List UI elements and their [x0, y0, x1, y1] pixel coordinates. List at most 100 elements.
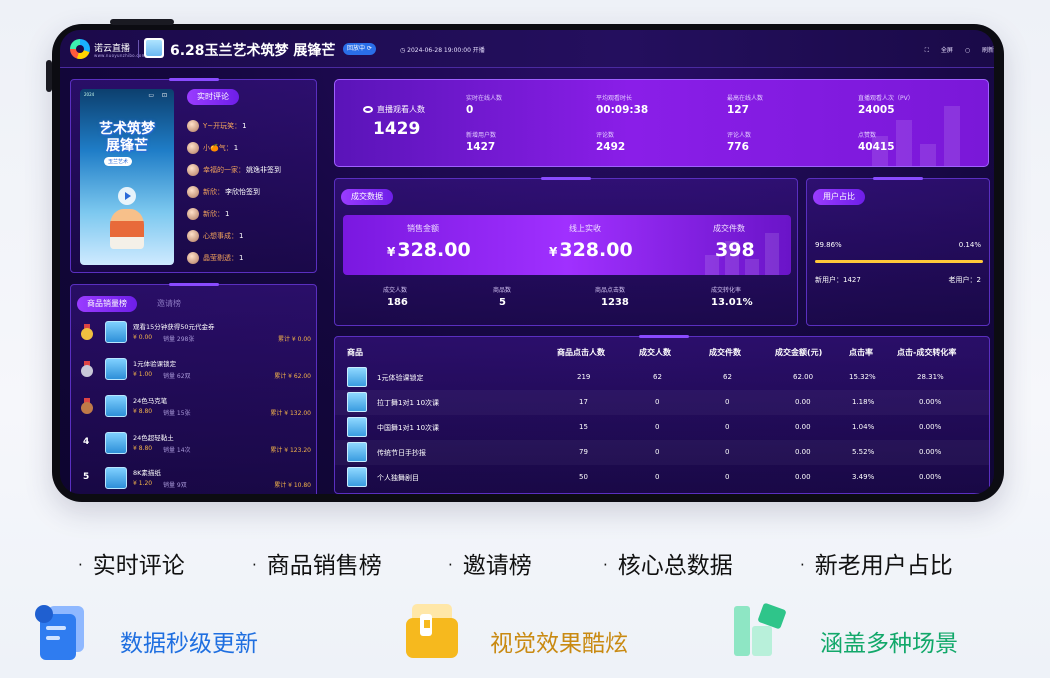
deal-small-label: 成交转化率	[711, 287, 742, 294]
table-row[interactable]: 中国舞1对1 10次课 15 0 0 0.00 1.04% 0.00%	[335, 415, 989, 440]
avatar	[187, 208, 199, 220]
eye-icon	[363, 106, 373, 113]
deal-small-value: 13.01%	[711, 297, 753, 308]
panel-accent	[873, 177, 923, 180]
cell-conversion: 0.00%	[919, 448, 942, 456]
product-sales: 销量 298张	[163, 336, 195, 343]
live-preview[interactable]: 2024 ▭ ⊡ 艺术筑梦 展锋芒 玉兰艺术	[80, 89, 174, 265]
table-row[interactable]: 拉丁舞1对1 10次课 17 0 0 0.00 1.18% 0.00%	[335, 390, 989, 415]
currency-symbol: ¥	[387, 245, 396, 259]
bullet: ·	[603, 556, 608, 574]
ranking-panel: 商品销量榜 邀请榜 观看15分钟获得50元代金券 ¥ 0.00 销量 298张 …	[70, 283, 317, 494]
cell-conversion: 28.31%	[917, 373, 944, 381]
comments-panel: 2024 ▭ ⊡ 艺术筑梦 展锋芒 玉兰艺术 实时评论 Y~开玩笑： 1 小🍊气：…	[70, 78, 317, 273]
blocks-icon	[734, 603, 786, 656]
poster-title: 艺术筑梦 展锋芒	[80, 121, 174, 155]
column-header[interactable]: 成交金额(元)	[775, 347, 822, 358]
column-header[interactable]: 点击率	[849, 347, 873, 358]
deal-small-label: 商品数	[493, 287, 512, 294]
deal-amount: 328.00	[397, 239, 471, 261]
start-time-text: 2024-06-28 19:00:00 开播	[407, 47, 485, 54]
column-header[interactable]: 成交人数	[639, 347, 671, 358]
comment-item: 新欣： 李欣怡签到	[187, 181, 307, 203]
cell-buyers: 0	[655, 423, 660, 431]
cell-items: 0	[725, 398, 730, 406]
deal-highlight-card: 销售金额 ¥328.00 线上实收 ¥328.00 成交件数 398	[343, 215, 791, 275]
player-controls-icon[interactable]: ▭ ⊡	[148, 92, 170, 99]
product-price: ¥ 1.00	[133, 371, 153, 378]
feature-label: 核心总数据	[617, 553, 733, 579]
feature-label: 商品销售榜	[266, 553, 382, 579]
table-row[interactable]: 个人独舞剧目 50 0 0 0.00 3.49% 0.00%	[335, 465, 989, 490]
product-sales: 销量 9双	[163, 482, 187, 489]
stat-label: 直播观看人次（PV）	[858, 95, 914, 102]
comment-text: 1	[225, 210, 230, 218]
cell-ctr: 5.52%	[852, 448, 875, 456]
tab-product-sales[interactable]: 商品销量榜	[77, 296, 137, 312]
comment-item: 新欣： 1	[187, 203, 307, 225]
column-header[interactable]: 商品	[347, 347, 363, 358]
viewers-value: 1429	[373, 119, 421, 139]
column-header[interactable]: 点击-成交转化率	[897, 347, 956, 358]
play-icon[interactable]	[118, 187, 136, 205]
deal-small-value: 1238	[601, 297, 629, 308]
tab-deal-data[interactable]: 成交数据	[341, 189, 393, 205]
product-price: ¥ 8.80	[133, 408, 153, 415]
avatar	[187, 186, 199, 198]
comment-item: 幸福的一家： 姚逸非签到	[187, 159, 307, 181]
product-thumbnail	[347, 467, 367, 487]
comment-text: 1	[239, 254, 244, 262]
folder-icon	[406, 604, 458, 658]
table-row[interactable]: 传统节日手抄报 79 0 0 0.00 5.52% 0.00%	[335, 440, 989, 465]
new-user-count: 新用户：1427	[815, 276, 861, 284]
deal-small-label: 商品点击数	[595, 287, 626, 294]
cell-clicks: 219	[577, 373, 591, 381]
deal-small-label: 成交人数	[383, 287, 408, 294]
document-icon	[35, 605, 84, 660]
column-header[interactable]: 成交件数	[709, 347, 741, 358]
highlight-label: 视觉效果酷炫	[490, 631, 628, 657]
old-user-count: 老用户：2	[948, 276, 981, 284]
cell-conversion: 0.00%	[919, 473, 942, 481]
stat-label: 平均观看时长	[596, 95, 633, 102]
deal-label: 成交件数	[713, 224, 745, 233]
tab-live-comments[interactable]: 实时评论	[187, 89, 239, 105]
feature-label: 新老用户占比	[814, 553, 953, 579]
refresh-button[interactable]: ○ 刷新	[965, 47, 994, 54]
ranking-item: 4 24色超轻黏土 ¥ 8.80 销量 14次 累计 ¥ 123.20	[79, 428, 311, 461]
comment-item: 晶莹剔透： 1	[187, 247, 307, 269]
cell-amount: 0.00	[795, 398, 811, 406]
product-sales: 销量 62双	[163, 373, 191, 380]
column-header[interactable]: 商品点击人数	[557, 347, 605, 358]
comment-author: Y~开玩笑：	[203, 122, 242, 130]
live-status-text: 回放中	[347, 45, 366, 52]
feature-item: · 核心总数据	[603, 546, 733, 580]
product-thumbnail	[347, 392, 367, 412]
comment-item: Y~开玩笑： 1	[187, 115, 307, 137]
highlight-label: 涵盖多种场景	[820, 631, 958, 657]
live-status-badge[interactable]: 回放中 ⟳	[343, 43, 376, 55]
fullscreen-button[interactable]: ⛶ 全屏	[925, 47, 953, 54]
comment-list: Y~开玩笑： 1 小🍊气： 1 幸福的一家： 姚逸非签到 新欣： 李欣怡签到 新欣： 1 …	[187, 115, 307, 269]
comment-author: 新欣：	[203, 188, 224, 196]
stat-value: 40415	[858, 141, 895, 153]
ranking-item: 24色马克笔 ¥ 8.80 销量 15张 累计 ¥ 132.00	[79, 391, 311, 424]
bronze-medal-icon	[81, 398, 93, 414]
tab-invite-ranking[interactable]: 邀请榜	[147, 296, 191, 312]
tab-user-share[interactable]: 用户占比	[813, 189, 865, 205]
cell-buyers: 62	[653, 373, 662, 381]
stat-value: 2492	[596, 141, 626, 153]
table-row[interactable]: 1元体验课锁定 219 62 62 62.00 15.32% 28.31%	[335, 365, 989, 390]
cell-conversion: 0.00%	[919, 398, 942, 406]
product-price: ¥ 1.20	[133, 480, 153, 487]
bullet: ·	[252, 556, 257, 574]
core-stats-panel: 直播观看人数 1429 实时在线人数 0 平均观看时长 00:09:38 最高在…	[334, 79, 989, 167]
deal-small-value: 186	[387, 297, 408, 308]
live-cover-thumbnail	[144, 38, 164, 58]
cell-ctr: 1.04%	[852, 423, 875, 431]
cell-product: 个人独舞剧目	[377, 474, 419, 482]
avatar	[187, 120, 199, 132]
comment-text: 李欣怡签到	[225, 188, 260, 196]
avatar	[187, 164, 199, 176]
deal-label: 销售金额	[407, 224, 439, 233]
